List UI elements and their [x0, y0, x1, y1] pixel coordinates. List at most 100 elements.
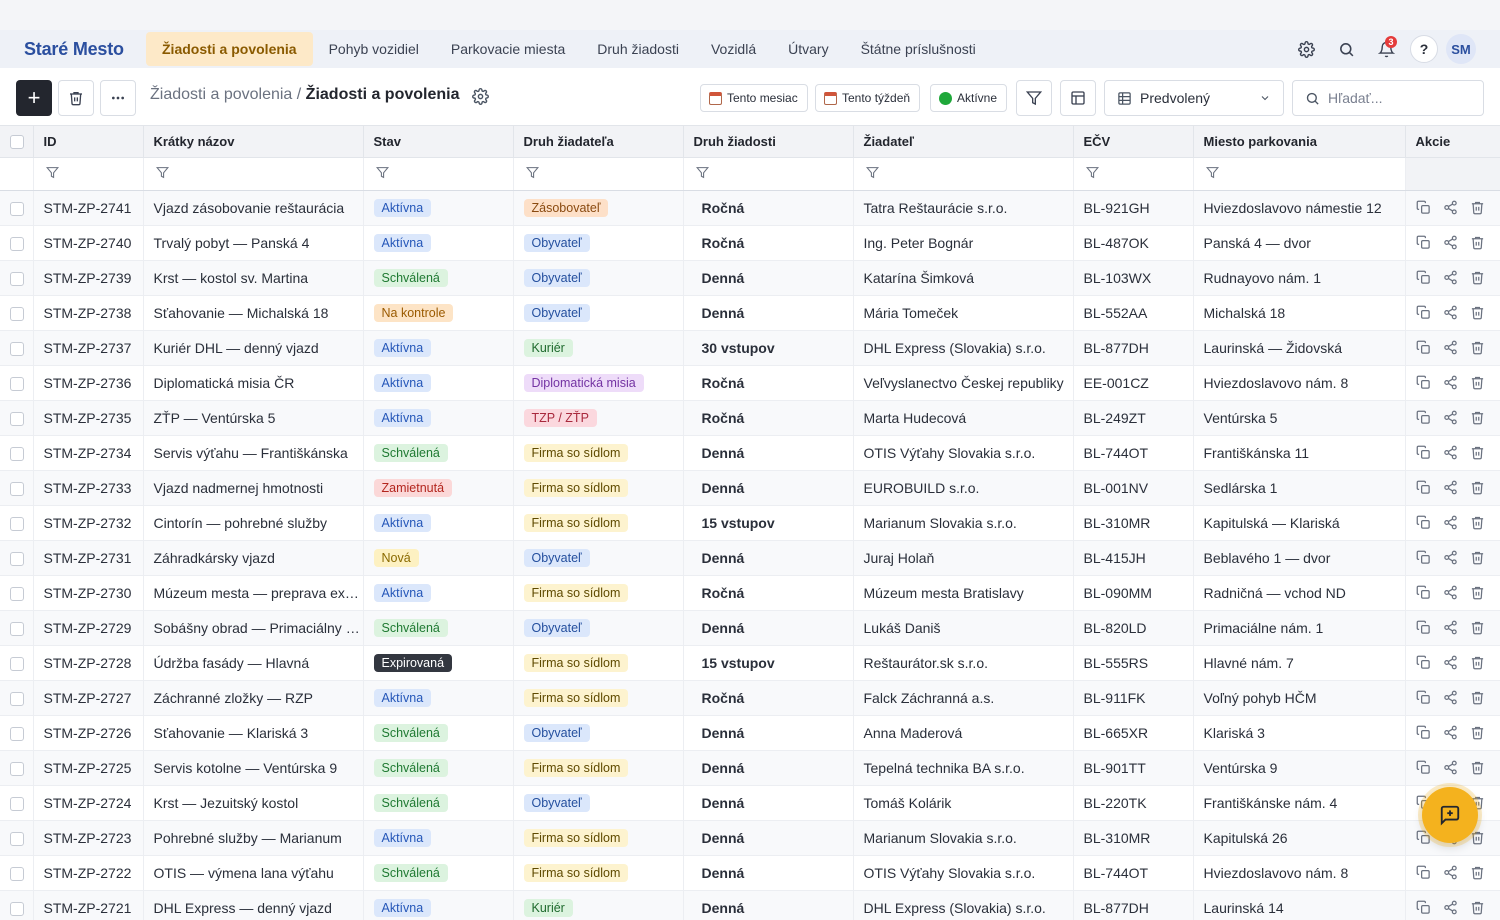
row-checkbox[interactable]: [10, 691, 24, 706]
filter-plate[interactable]: [1073, 157, 1194, 191]
share-icon[interactable]: [1443, 655, 1458, 670]
view-select[interactable]: Predvolený: [1104, 80, 1284, 116]
nav-tab-utvary[interactable]: Útvary: [772, 32, 844, 66]
cell-id[interactable]: STM-ZP-2732: [33, 505, 144, 541]
share-icon[interactable]: [1443, 235, 1458, 250]
cell-id[interactable]: STM-ZP-2730: [33, 575, 144, 611]
row-checkbox[interactable]: [10, 376, 24, 391]
trash-icon[interactable]: [1470, 480, 1485, 495]
filter-parking-place[interactable]: [1193, 157, 1406, 191]
share-icon[interactable]: [1443, 900, 1458, 915]
cell-id[interactable]: STM-ZP-2725: [33, 750, 144, 786]
copy-icon[interactable]: [1416, 620, 1431, 635]
filter-chip-active[interactable]: Aktívne: [930, 84, 1008, 112]
row-checkbox[interactable]: [10, 516, 24, 531]
column-header-request-type[interactable]: Druh žiadosti: [683, 126, 854, 158]
brand-logo[interactable]: Staré Mesto: [0, 39, 146, 60]
column-header-status[interactable]: Stav: [363, 126, 514, 158]
share-icon[interactable]: [1443, 760, 1458, 775]
table-row[interactable]: STM-ZP-2727 Záchranné zložky — RZP Aktívna…: [0, 680, 1500, 716]
row-checkbox[interactable]: [10, 726, 24, 741]
share-icon[interactable]: [1443, 340, 1458, 355]
filter-button[interactable]: [1016, 80, 1052, 116]
table-row[interactable]: STM-ZP-2729 Sobášny obrad — Primaciálny p…: [0, 610, 1500, 646]
column-header-id[interactable]: ID: [33, 126, 144, 158]
cell-id[interactable]: STM-ZP-2723: [33, 820, 144, 856]
filter-applicant[interactable]: [853, 157, 1074, 191]
row-checkbox[interactable]: [10, 306, 24, 321]
cell-id[interactable]: STM-ZP-2739: [33, 260, 144, 296]
nav-tab-druh-ziadosti[interactable]: Druh žiadosti: [581, 32, 695, 66]
trash-icon[interactable]: [1470, 900, 1485, 915]
cell-id[interactable]: STM-ZP-2729: [33, 610, 144, 646]
share-icon[interactable]: [1443, 270, 1458, 285]
table-row[interactable]: STM-ZP-2724 Krst — Jezuitský kostol Schvál…: [0, 785, 1500, 821]
filter-id[interactable]: [33, 157, 144, 191]
copy-icon[interactable]: [1416, 270, 1431, 285]
cell-id[interactable]: STM-ZP-2724: [33, 785, 144, 821]
share-icon[interactable]: [1443, 865, 1458, 880]
share-icon[interactable]: [1443, 445, 1458, 460]
row-checkbox[interactable]: [10, 341, 24, 356]
copy-icon[interactable]: [1416, 725, 1431, 740]
table-row[interactable]: STM-ZP-2733 Vjazd nadmernej hmotnosti Zami…: [0, 470, 1500, 506]
trash-icon[interactable]: [1470, 375, 1485, 390]
copy-icon[interactable]: [1416, 200, 1431, 215]
share-icon[interactable]: [1443, 200, 1458, 215]
row-checkbox[interactable]: [10, 621, 24, 636]
trash-icon[interactable]: [1470, 515, 1485, 530]
trash-icon[interactable]: [1470, 655, 1485, 670]
row-checkbox[interactable]: [10, 271, 24, 286]
trash-icon[interactable]: [1470, 760, 1485, 775]
share-icon[interactable]: [1443, 725, 1458, 740]
nav-tab-ziadosti[interactable]: Žiadosti a povolenia: [146, 32, 313, 66]
table-row[interactable]: STM-ZP-2726 Sťahovanie — Klariská 3 Schvál…: [0, 715, 1500, 751]
row-checkbox[interactable]: [10, 761, 24, 776]
trash-icon[interactable]: [1470, 235, 1485, 250]
copy-icon[interactable]: [1416, 760, 1431, 775]
trash-icon[interactable]: [1470, 270, 1485, 285]
table-row[interactable]: STM-ZP-2728 Údržba fasády — Hlavná Expirov…: [0, 645, 1500, 681]
add-button[interactable]: +: [16, 80, 52, 116]
row-checkbox[interactable]: [10, 236, 24, 251]
row-checkbox[interactable]: [10, 586, 24, 601]
nav-tab-pohyb-vozidiel[interactable]: Pohyb vozidiel: [313, 32, 435, 66]
feedback-chat-button[interactable]: [1422, 787, 1478, 843]
filter-short-name[interactable]: [143, 157, 364, 191]
cell-id[interactable]: STM-ZP-2726: [33, 715, 144, 751]
trash-icon[interactable]: [1470, 200, 1485, 215]
row-checkbox[interactable]: [10, 446, 24, 461]
share-icon[interactable]: [1443, 620, 1458, 635]
trash-icon[interactable]: [1470, 445, 1485, 460]
select-all-checkbox[interactable]: [10, 135, 24, 150]
copy-icon[interactable]: [1416, 690, 1431, 705]
share-icon[interactable]: [1443, 375, 1458, 390]
table-row[interactable]: STM-ZP-2738 Sťahovanie — Michalská 18 Na k…: [0, 295, 1500, 331]
trash-icon[interactable]: [1470, 725, 1485, 740]
table-row[interactable]: STM-ZP-2721 DHL Express — denný vjazd Aktí…: [0, 890, 1500, 920]
nav-tab-parkovacie-miesta[interactable]: Parkovacie miesta: [435, 32, 581, 66]
table-row[interactable]: STM-ZP-2741 Vjazd zásobovanie reštaurácia…: [0, 190, 1500, 226]
table-row[interactable]: STM-ZP-2737 Kuriér DHL — denný vjazd Aktív…: [0, 330, 1500, 366]
copy-icon[interactable]: [1416, 655, 1431, 670]
cell-id[interactable]: STM-ZP-2727: [33, 680, 144, 716]
row-checkbox[interactable]: [10, 201, 24, 216]
table-row[interactable]: STM-ZP-2723 Pohrebné služby — Marianum Akt…: [0, 820, 1500, 856]
cell-id[interactable]: STM-ZP-2737: [33, 330, 144, 366]
trash-icon[interactable]: [1470, 865, 1485, 880]
trash-icon[interactable]: [1470, 340, 1485, 355]
cell-id[interactable]: STM-ZP-2740: [33, 225, 144, 261]
row-checkbox[interactable]: [10, 411, 24, 426]
filter-applicant-type[interactable]: [513, 157, 684, 191]
column-header-short-name[interactable]: Krátky názov: [143, 126, 364, 158]
user-avatar[interactable]: SM: [1446, 34, 1476, 64]
row-checkbox[interactable]: [10, 796, 24, 811]
trash-icon[interactable]: [1470, 585, 1485, 600]
share-icon[interactable]: [1443, 410, 1458, 425]
trash-icon[interactable]: [1470, 690, 1485, 705]
search-icon[interactable]: [1330, 33, 1362, 65]
cell-id[interactable]: STM-ZP-2741: [33, 190, 144, 226]
table-row[interactable]: STM-ZP-2730Múzeum mesta — preprava expon…: [0, 575, 1500, 611]
table-row[interactable]: STM-ZP-2731 Záhradkársky vjazd Nová Obyvate…: [0, 540, 1500, 576]
cell-id[interactable]: STM-ZP-2728: [33, 645, 144, 681]
